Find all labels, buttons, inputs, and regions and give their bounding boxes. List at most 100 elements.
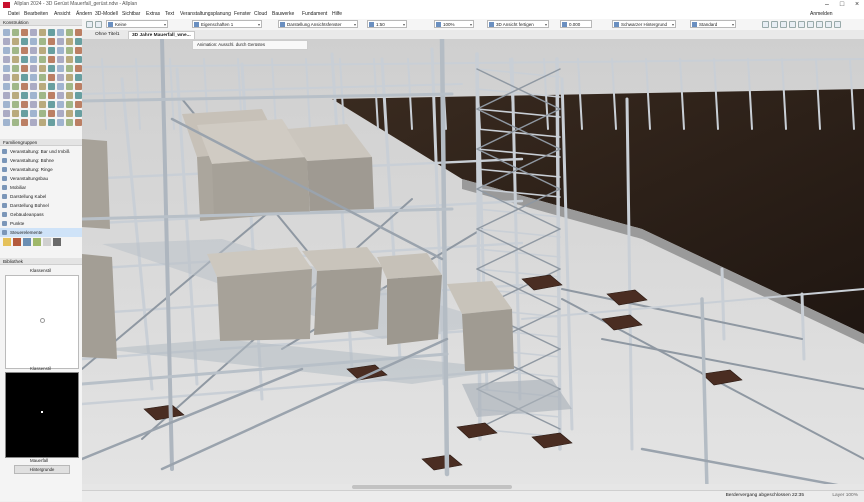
library-item[interactable]: Darstellung Bühnel	[0, 201, 82, 210]
tool-icon[interactable]	[75, 119, 82, 126]
tool-icon[interactable]	[48, 47, 55, 54]
tool-icon[interactable]	[48, 38, 55, 45]
tool-icon[interactable]	[3, 74, 10, 81]
tool-icon[interactable]	[30, 38, 37, 45]
tool-icon[interactable]	[66, 101, 73, 108]
tab-document-1[interactable]: Ohne Titel1	[92, 31, 123, 39]
view-render-icon[interactable]	[816, 21, 823, 28]
tool-icon[interactable]	[75, 38, 82, 45]
tool-icon[interactable]	[30, 65, 37, 72]
tool-icon[interactable]	[39, 101, 46, 108]
tool-icon[interactable]	[12, 92, 19, 99]
tool-icon[interactable]	[75, 83, 82, 90]
render-select[interactable]: 3D Ansicht fertigen ▾	[487, 20, 549, 28]
menu-item[interactable]: Ändern	[76, 11, 92, 17]
tool-icon[interactable]	[75, 56, 82, 63]
tool-icon[interactable]	[12, 74, 19, 81]
view-top-icon[interactable]	[780, 21, 787, 28]
tool-icon[interactable]	[66, 38, 73, 45]
tool-icon[interactable]	[75, 101, 82, 108]
tool-icon[interactable]	[39, 47, 46, 54]
tool-icon[interactable]	[66, 119, 73, 126]
tool-icon[interactable]	[12, 101, 19, 108]
tool-icon[interactable]	[48, 74, 55, 81]
tool-icon[interactable]	[66, 110, 73, 117]
thumbnail[interactable]	[33, 238, 41, 246]
tool-icon[interactable]	[57, 38, 64, 45]
thumbnail[interactable]	[13, 238, 21, 246]
tool-icon[interactable]	[66, 47, 73, 54]
background-select[interactable]: Schwarzer Hintergrund ▾	[612, 20, 676, 28]
menu-item[interactable]: Sichtbar	[122, 11, 140, 17]
menu-item[interactable]: Bearbeiten	[24, 11, 48, 17]
tool-icon[interactable]	[30, 119, 37, 126]
scroll-thumb[interactable]	[352, 485, 512, 489]
tool-icon[interactable]	[48, 101, 55, 108]
view-wire-icon[interactable]	[825, 21, 832, 28]
tool-icon[interactable]	[39, 29, 46, 36]
scale-select[interactable]: 1:50 ▾	[367, 20, 407, 28]
menu-item[interactable]: Fenster	[234, 11, 251, 17]
tool-icon[interactable]	[21, 29, 28, 36]
tool-icon[interactable]	[48, 92, 55, 99]
tool-icon[interactable]	[30, 56, 37, 63]
tool-icon[interactable]	[39, 65, 46, 72]
menu-item[interactable]: Extras	[146, 11, 160, 17]
display-select[interactable]: Darstellung Ansichtsfenster ▾	[278, 20, 358, 28]
tool-icon[interactable]	[75, 29, 82, 36]
tool-icon[interactable]	[3, 29, 10, 36]
thumbnail[interactable]	[43, 238, 51, 246]
maximize-button[interactable]: □	[835, 0, 849, 10]
library-item[interactable]: Darstellung Kabel	[0, 192, 82, 201]
sign-in-link[interactable]: Anmelden	[810, 11, 833, 17]
tool-icon[interactable]	[3, 83, 10, 90]
3d-viewport[interactable]	[82, 39, 864, 490]
menu-item[interactable]: Bauwerke	[272, 11, 294, 17]
library-item[interactable]: Veranstaltungsbau	[0, 174, 82, 183]
tool-icon[interactable]	[66, 74, 73, 81]
tool-icon[interactable]	[57, 29, 64, 36]
tool-icon[interactable]	[57, 92, 64, 99]
tool-icon[interactable]	[75, 47, 82, 54]
tool-icon[interactable]	[21, 74, 28, 81]
library-item-selected[interactable]: Steuerelemente	[0, 228, 82, 237]
pointer-icon[interactable]	[86, 21, 93, 28]
tool-icon[interactable]	[30, 92, 37, 99]
tool-icon[interactable]	[39, 92, 46, 99]
tool-icon[interactable]	[66, 65, 73, 72]
tool-icon[interactable]	[30, 29, 37, 36]
library-item[interactable]: Mobiliar	[0, 183, 82, 192]
library-item[interactable]: Punkte	[0, 219, 82, 228]
tool-icon[interactable]	[21, 47, 28, 54]
tool-icon[interactable]	[66, 92, 73, 99]
tool-icon[interactable]	[21, 119, 28, 126]
tool-icon[interactable]	[30, 74, 37, 81]
tool-icon[interactable]	[48, 56, 55, 63]
minimize-button[interactable]: –	[820, 0, 834, 10]
tool-icon[interactable]	[57, 56, 64, 63]
menu-item[interactable]: Cloud	[254, 11, 267, 17]
tool-icon[interactable]	[12, 83, 19, 90]
view-settings-icon[interactable]	[834, 21, 841, 28]
tool-icon[interactable]	[21, 65, 28, 72]
standard-select[interactable]: Standard ▾	[690, 20, 736, 28]
menu-item[interactable]: Veranstaltungsplanung	[180, 11, 231, 17]
tool-icon[interactable]	[57, 47, 64, 54]
tool-icon[interactable]	[75, 74, 82, 81]
menu-item[interactable]: Fundament	[302, 11, 327, 17]
tool-icon[interactable]	[66, 29, 73, 36]
menu-item[interactable]: 3D-Modell	[95, 11, 118, 17]
tool-icon[interactable]	[39, 110, 46, 117]
tool-icon[interactable]	[57, 110, 64, 117]
menu-item[interactable]: Text	[165, 11, 174, 17]
tool-icon[interactable]	[21, 92, 28, 99]
zoom-select[interactable]: 100% ▾	[434, 20, 474, 28]
tool-icon[interactable]	[3, 56, 10, 63]
tool-icon[interactable]	[12, 47, 19, 54]
tool-icon[interactable]	[48, 83, 55, 90]
tool-icon[interactable]	[48, 119, 55, 126]
tool-icon[interactable]	[3, 47, 10, 54]
tool-icon[interactable]	[57, 83, 64, 90]
tool-icon[interactable]	[30, 83, 37, 90]
tool-icon[interactable]	[30, 101, 37, 108]
